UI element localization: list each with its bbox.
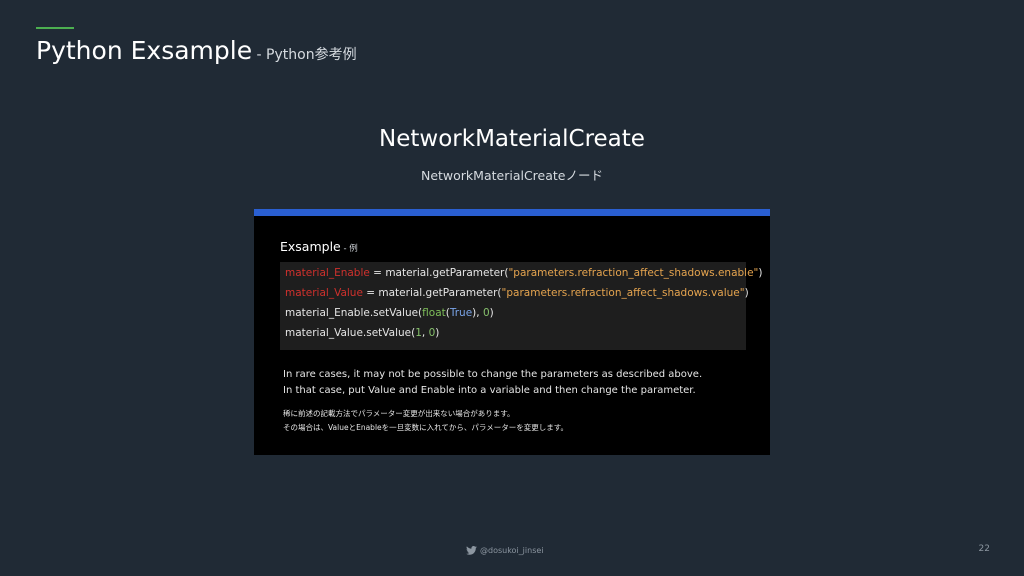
code-text: , bbox=[421, 327, 429, 339]
code-line-2: material_Value = material.getParameter("… bbox=[285, 287, 749, 299]
section-heading: NetworkMaterialCreate bbox=[379, 126, 645, 152]
code-block: material_Enable = material.getParameter(… bbox=[280, 262, 763, 350]
code-string: "parameters.refraction_affect_shadows.va… bbox=[501, 287, 745, 299]
section-subheading: NetworkMaterialCreateノード bbox=[420, 168, 603, 183]
description-en-2: In that case, put Value and Enable into … bbox=[283, 385, 696, 396]
code-keyword: True bbox=[449, 307, 473, 319]
description-jp-1: 稀に前述の記載方法でパラメーター変更が出来ない場合があります。 bbox=[283, 409, 515, 418]
code-line-4: material_Value.setValue(1, 0) bbox=[285, 327, 439, 339]
twitter-bird-icon bbox=[466, 546, 477, 555]
page-title: Python Exsample - Python参考例 bbox=[36, 36, 357, 65]
code-number: 0 bbox=[482, 307, 490, 319]
page-number: 22 bbox=[978, 544, 990, 554]
code-line-1: material_Enable = material.getParameter(… bbox=[285, 267, 763, 279]
code-text: ) bbox=[489, 307, 494, 319]
panel-label-main: Exsample bbox=[280, 239, 341, 254]
code-text: ) bbox=[744, 287, 749, 299]
panel-label-sub: - 例 bbox=[340, 244, 358, 254]
code-text: ), bbox=[472, 307, 483, 319]
page-title-sub: - Python参考例 bbox=[252, 47, 357, 63]
code-function: float bbox=[422, 307, 446, 319]
example-panel: Exsample - 例 material_Enable = material.… bbox=[254, 209, 770, 455]
code-line-3: material_Enable.setValue(float(True), 0) bbox=[285, 307, 494, 319]
title-accent-line bbox=[36, 27, 74, 29]
code-text: ) bbox=[435, 327, 440, 339]
page-title-main: Python Exsample bbox=[36, 36, 253, 65]
code-string: "parameters.refraction_affect_shadows.en… bbox=[508, 267, 759, 279]
code-number: 1 bbox=[415, 327, 422, 339]
footer-handle: @dosukoi_jinsei bbox=[480, 546, 544, 555]
code-text: = material.getParameter( bbox=[369, 267, 509, 279]
code-text: ) bbox=[758, 267, 763, 279]
description-en-1: In rare cases, it may not be possible to… bbox=[283, 369, 703, 380]
description-jp-2: その場合は、ValueとEnableを一旦変数に入れてから、パラメーターを変更し… bbox=[283, 423, 568, 432]
code-text: material_Value.setValue( bbox=[285, 327, 416, 339]
panel-top-bar bbox=[254, 209, 770, 216]
code-text: = material.getParameter( bbox=[362, 287, 502, 299]
panel-label: Exsample - 例 bbox=[280, 236, 358, 255]
code-variable: material_Value bbox=[285, 287, 363, 299]
code-variable: material_Enable bbox=[285, 267, 370, 279]
footer-credit: @dosukoi_jinsei bbox=[466, 546, 544, 555]
code-text: material_Enable.setValue( bbox=[285, 307, 423, 319]
